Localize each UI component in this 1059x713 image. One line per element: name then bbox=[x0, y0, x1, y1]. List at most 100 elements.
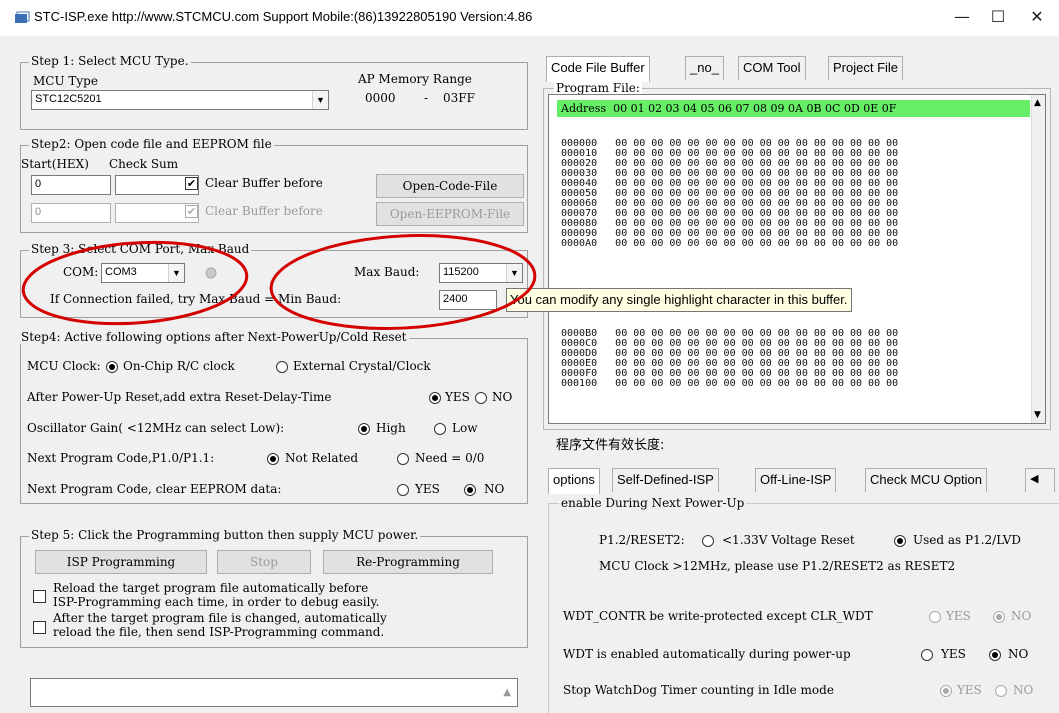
program-file-label: Program File: bbox=[554, 81, 642, 95]
tab-scroll-left-icon[interactable]: ◀ bbox=[1025, 468, 1055, 492]
wdt-auto-yes-radio[interactable] bbox=[921, 649, 933, 661]
need-radio[interactable] bbox=[397, 453, 409, 465]
oscillator-gain-label: Oscillator Gain( <12MHz can select Low): bbox=[27, 421, 285, 435]
tab-project-file[interactable]: Project File bbox=[828, 56, 904, 80]
onchip-rc-radio[interactable] bbox=[106, 361, 118, 373]
maximize-button[interactable]: ☐ bbox=[981, 2, 1015, 32]
p12-voltage-reset-radio[interactable] bbox=[702, 535, 714, 547]
reprogramming-button[interactable]: Re-Programming bbox=[323, 550, 493, 574]
gain-high-radio[interactable] bbox=[358, 423, 370, 435]
tab-com-tool[interactable]: COM Tool bbox=[738, 56, 806, 80]
tab-no[interactable]: _no_ bbox=[685, 56, 724, 80]
reset-delay-label: After Power-Up Reset,add extra Reset-Del… bbox=[27, 390, 332, 404]
max-baud-select[interactable]: 115200 ▼ bbox=[439, 263, 523, 283]
step5-legend: Step 5: Click the Programming button the… bbox=[29, 528, 421, 542]
step5-group: Step 5: Click the Programming button the… bbox=[20, 528, 528, 648]
wdt-contr-yes-radio[interactable] bbox=[929, 611, 941, 623]
tab-self-defined-isp[interactable]: Self-Defined-ISP bbox=[612, 468, 719, 492]
clear-eeprom-yes-radio[interactable] bbox=[397, 484, 409, 496]
step1-group: Step 1: Select MCU Type. MCU Type STC12C… bbox=[20, 54, 528, 130]
clear-eeprom-yes-label: YES bbox=[415, 482, 440, 496]
eeprom-start-input[interactable]: 0 bbox=[31, 203, 111, 223]
not-related-radio[interactable] bbox=[267, 453, 279, 465]
com-label: COM: bbox=[63, 265, 99, 279]
scroll-up-icon[interactable]: ▲ bbox=[503, 687, 511, 698]
auto-send-line1: After the target program file is changed… bbox=[53, 611, 387, 625]
auto-reload-checkbox[interactable] bbox=[33, 590, 46, 603]
hex-row[interactable]: 0000A0 00 00 00 00 00 00 00 00 00 00 00 … bbox=[561, 239, 898, 249]
status-led-icon bbox=[205, 267, 217, 279]
tab-off-line-isp[interactable]: Off-Line-ISP bbox=[755, 468, 837, 492]
hex-row[interactable]: 000100 00 00 00 00 00 00 00 00 00 00 00 … bbox=[561, 379, 898, 389]
window-title: STC-ISP.exe http://www.STCMCU.com Suppor… bbox=[34, 9, 533, 24]
com-port-value: COM3 bbox=[105, 266, 137, 278]
wdt-auto-no-label: NO bbox=[1008, 647, 1029, 661]
mcu-clock-note: MCU Clock >12MHz, please use P1.2/RESET2… bbox=[599, 559, 956, 573]
ap-start: 0000 bbox=[365, 91, 396, 105]
scroll-down-icon[interactable]: ▼ bbox=[1034, 410, 1041, 420]
auto-reload-line2: ISP-Programming each time, in order to d… bbox=[53, 595, 380, 609]
scroll-up-icon[interactable]: ▲ bbox=[1034, 98, 1041, 108]
p12-voltage-reset-label: <1.33V Voltage Reset bbox=[722, 533, 855, 547]
clear-buffer-eeprom-label: Clear Buffer before bbox=[205, 204, 323, 218]
com-port-select[interactable]: COM3 ▼ bbox=[101, 263, 185, 283]
auto-reload-line1: Reload the target program file automatic… bbox=[53, 581, 369, 595]
hex-scrollbar[interactable]: ▲ ▼ bbox=[1031, 95, 1045, 423]
hex-buffer[interactable]: Address 00 01 02 03 04 05 06 07 08 09 0A… bbox=[548, 94, 1046, 424]
reset-delay-no-radio[interactable] bbox=[475, 392, 487, 404]
options-group: enable During Next Power-Up P1.2/RESET2:… bbox=[548, 496, 1059, 713]
clear-eeprom-no-radio[interactable] bbox=[464, 484, 476, 496]
isp-programming-button[interactable]: ISP Programming bbox=[35, 550, 207, 574]
open-code-file-button[interactable]: Open-Code-File bbox=[376, 174, 524, 198]
wdt-idle-yes-radio[interactable] bbox=[940, 685, 952, 697]
external-crystal-radio[interactable] bbox=[276, 361, 288, 373]
close-button[interactable]: ✕ bbox=[1020, 2, 1054, 32]
wdt-auto-label: WDT is enabled automatically during powe… bbox=[563, 647, 851, 661]
log-output-area[interactable]: ▲ bbox=[30, 678, 518, 707]
onchip-rc-label: On-Chip R/C clock bbox=[123, 359, 235, 373]
wdt-contr-label: WDT_CONTR be write-protected except CLR_… bbox=[563, 609, 873, 623]
ap-dash: - bbox=[424, 91, 429, 105]
wdt-auto-no-radio[interactable] bbox=[989, 649, 1001, 661]
wdt-auto-yes-label: YES bbox=[941, 647, 966, 661]
gain-low-label: Low bbox=[452, 421, 478, 435]
stop-button[interactable]: Stop bbox=[217, 550, 311, 574]
mcu-type-label: MCU Type bbox=[33, 74, 98, 88]
options-legend: enable During Next Power-Up bbox=[559, 496, 747, 510]
gain-low-radio[interactable] bbox=[434, 423, 446, 435]
clear-buffer-eeprom-checkbox[interactable]: ✔ bbox=[185, 205, 198, 218]
tab-check-mcu-option[interactable]: Check MCU Option bbox=[865, 468, 987, 492]
wdt-contr-no-radio[interactable] bbox=[993, 611, 1005, 623]
minimize-button[interactable]: — bbox=[945, 2, 979, 32]
start-hex-label: Start(HEX) bbox=[21, 157, 89, 171]
chevron-down-icon: ▼ bbox=[168, 264, 184, 282]
wdt-idle-label: Stop WatchDog Timer counting in Idle mod… bbox=[563, 683, 834, 697]
clear-buffer-checkbox[interactable]: ✔ bbox=[185, 177, 198, 190]
tab-options[interactable]: options bbox=[548, 468, 600, 494]
connection-failed-label: If Connection failed, try Max Baud = Min… bbox=[50, 292, 342, 306]
wdt-contr-no-label: NO bbox=[1011, 609, 1032, 623]
hex-header: Address 00 01 02 03 04 05 06 07 08 09 0A… bbox=[557, 100, 1030, 117]
tab-code-file-buffer[interactable]: Code File Buffer bbox=[546, 56, 650, 82]
reset-delay-no-label: NO bbox=[492, 390, 513, 404]
clear-eeprom-label: Next Program Code, clear EEPROM data: bbox=[27, 482, 282, 496]
reset-delay-yes-radio[interactable] bbox=[429, 392, 441, 404]
checksum-label: Check Sum bbox=[109, 157, 179, 171]
wdt-idle-no-radio[interactable] bbox=[995, 685, 1007, 697]
valid-length-label: 程序文件有效长度: bbox=[556, 438, 665, 453]
mcu-clock-label: MCU Clock: bbox=[27, 359, 101, 373]
max-baud-label: Max Baud: bbox=[354, 265, 420, 279]
open-eeprom-file-button[interactable]: Open-EEPROM-File bbox=[376, 202, 524, 226]
start-hex-input[interactable]: 0 bbox=[31, 175, 111, 195]
gain-high-label: High bbox=[376, 421, 406, 435]
mcu-type-select[interactable]: STC12C5201 ▼ bbox=[31, 90, 329, 110]
step1-legend: Step 1: Select MCU Type. bbox=[29, 54, 191, 68]
reset-delay-yes-label: YES bbox=[445, 390, 470, 404]
min-baud-input[interactable]: 2400 bbox=[439, 290, 497, 310]
ap-end: 03FF bbox=[443, 91, 475, 105]
mcu-type-value: STC12C5201 bbox=[35, 93, 102, 105]
p12-lvd-radio[interactable] bbox=[894, 535, 906, 547]
auto-send-checkbox[interactable] bbox=[33, 621, 46, 634]
app-icon bbox=[15, 11, 30, 23]
step4-group: Step4: Active following options after Ne… bbox=[19, 330, 528, 504]
